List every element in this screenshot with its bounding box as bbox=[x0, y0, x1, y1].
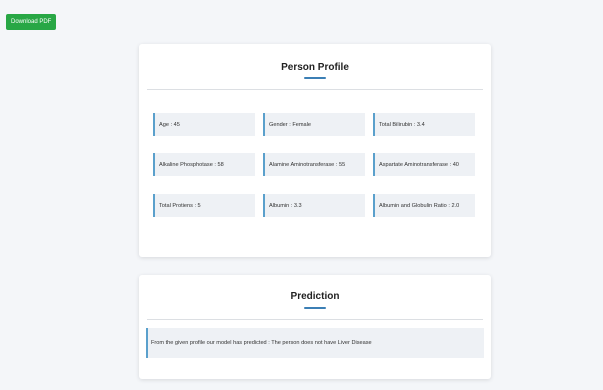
field-alamine-aminotransferase: Alamine Aminotransferase : 55 bbox=[263, 153, 365, 176]
field-aspartate-aminotransferase: Aspartate Aminotransferase : 40 bbox=[373, 153, 475, 176]
field-total-protiens: Total Protiens : 5 bbox=[153, 194, 255, 217]
download-pdf-button[interactable]: Download PDF bbox=[6, 14, 57, 30]
prediction-result-text: From the given profile our model has pre… bbox=[146, 328, 484, 358]
prediction-card: Prediction From the given profile our mo… bbox=[139, 275, 491, 379]
prediction-divider bbox=[147, 319, 483, 320]
field-albumin-globulin-ratio: Albumin and Globulin Ratio : 2.0 bbox=[373, 194, 475, 217]
prediction-title: Prediction bbox=[290, 291, 340, 302]
field-alkaline-phosphotase: Alkaline Phosphotase : 58 bbox=[153, 153, 255, 176]
field-total-bilirubin: Total Bilirubin : 3.4 bbox=[373, 113, 475, 136]
profile-title: Person Profile bbox=[281, 62, 349, 73]
field-gender: Gender : Female bbox=[263, 113, 365, 136]
field-albumin: Albumin : 3.3 bbox=[263, 194, 365, 217]
profile-divider bbox=[147, 89, 483, 90]
profile-title-underline bbox=[304, 77, 326, 79]
prediction-title-underline bbox=[304, 307, 326, 309]
person-profile-card: Person Profile Age : 45 Gender : Female … bbox=[139, 44, 491, 257]
field-age: Age : 45 bbox=[153, 113, 255, 136]
